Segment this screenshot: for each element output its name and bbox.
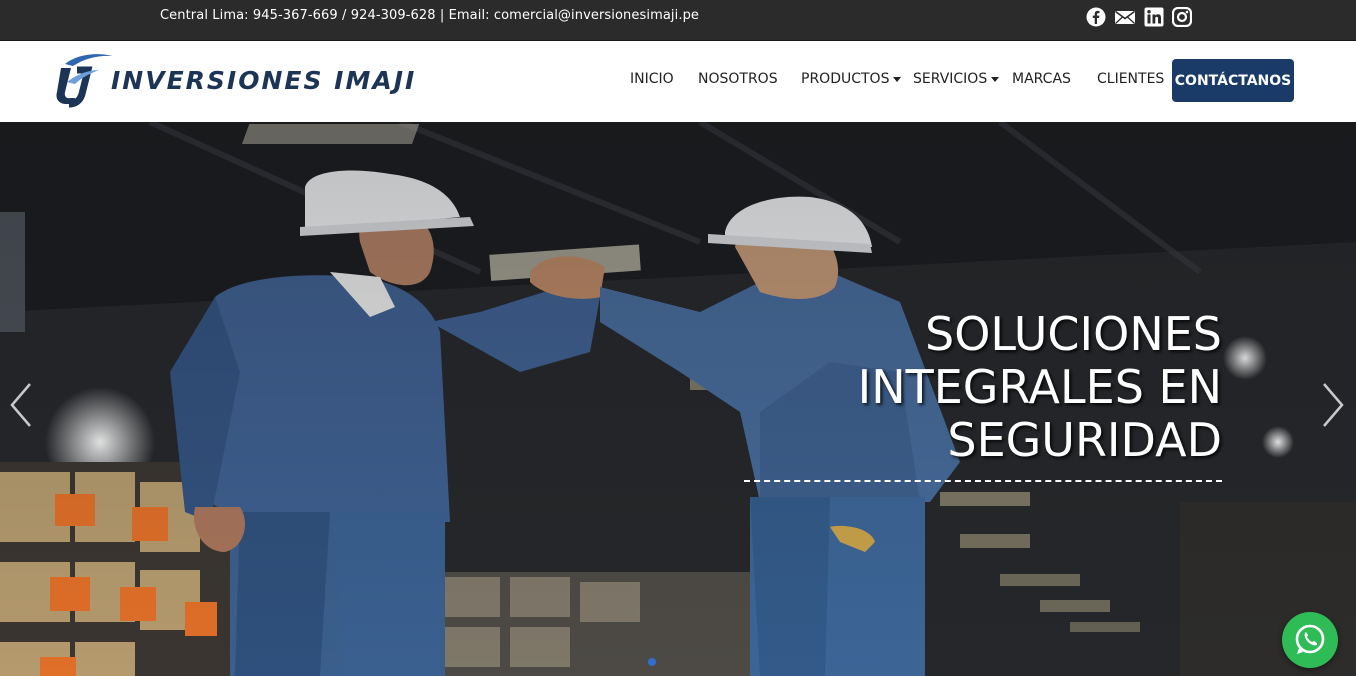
main-header: INVERSIONES IMAJI INICIO NOSOTROS PRODUC… <box>0 41 1356 122</box>
hero-title-line: SEGURIDAD <box>947 413 1222 467</box>
nav-marcas[interactable]: MARCAS <box>1012 71 1071 87</box>
instagram-icon[interactable] <box>1172 7 1192 27</box>
productos-dropdown-icon[interactable] <box>893 77 901 82</box>
top-contact-bar: Central Lima: 945-367-669 / 924-309-628 … <box>0 0 1356 41</box>
servicios-dropdown-icon[interactable] <box>991 77 999 82</box>
linkedin-icon[interactable] <box>1144 7 1164 27</box>
nav-inicio[interactable]: INICIO <box>630 71 674 87</box>
slider-next-icon[interactable] <box>1318 380 1348 430</box>
nav-productos[interactable]: PRODUCTOS <box>801 71 889 87</box>
whatsapp-button[interactable] <box>1282 612 1338 668</box>
contact-button[interactable]: CONTÁCTANOS <box>1172 59 1294 102</box>
slider-indicator[interactable] <box>648 658 656 666</box>
contact-info: Central Lima: 945-367-669 / 924-309-628 … <box>160 8 700 23</box>
nav-servicios[interactable]: SERVICIOS <box>913 71 987 87</box>
nav-clientes[interactable]: CLIENTES <box>1097 71 1164 87</box>
brand-logo[interactable]: INVERSIONES IMAJI <box>55 52 445 110</box>
logo-mark-icon <box>56 54 113 108</box>
hero-title-line: INTEGRALES EN <box>857 360 1222 414</box>
hero-divider <box>744 480 1222 482</box>
logo-wordmark: INVERSIONES IMAJI <box>111 66 417 95</box>
slider-prev-icon[interactable] <box>6 380 36 430</box>
whatsapp-icon <box>1295 624 1325 654</box>
mail-icon[interactable] <box>1114 7 1136 27</box>
nav-nosotros[interactable]: NOSOTROS <box>698 71 778 87</box>
facebook-icon[interactable] <box>1086 7 1106 27</box>
hero-title: SOLUCIONES INTEGRALES EN SEGURIDAD <box>858 308 1222 467</box>
hero-slider: SOLUCIONES INTEGRALES EN SEGURIDAD <box>0 122 1356 676</box>
hero-title-line: SOLUCIONES <box>925 307 1222 361</box>
